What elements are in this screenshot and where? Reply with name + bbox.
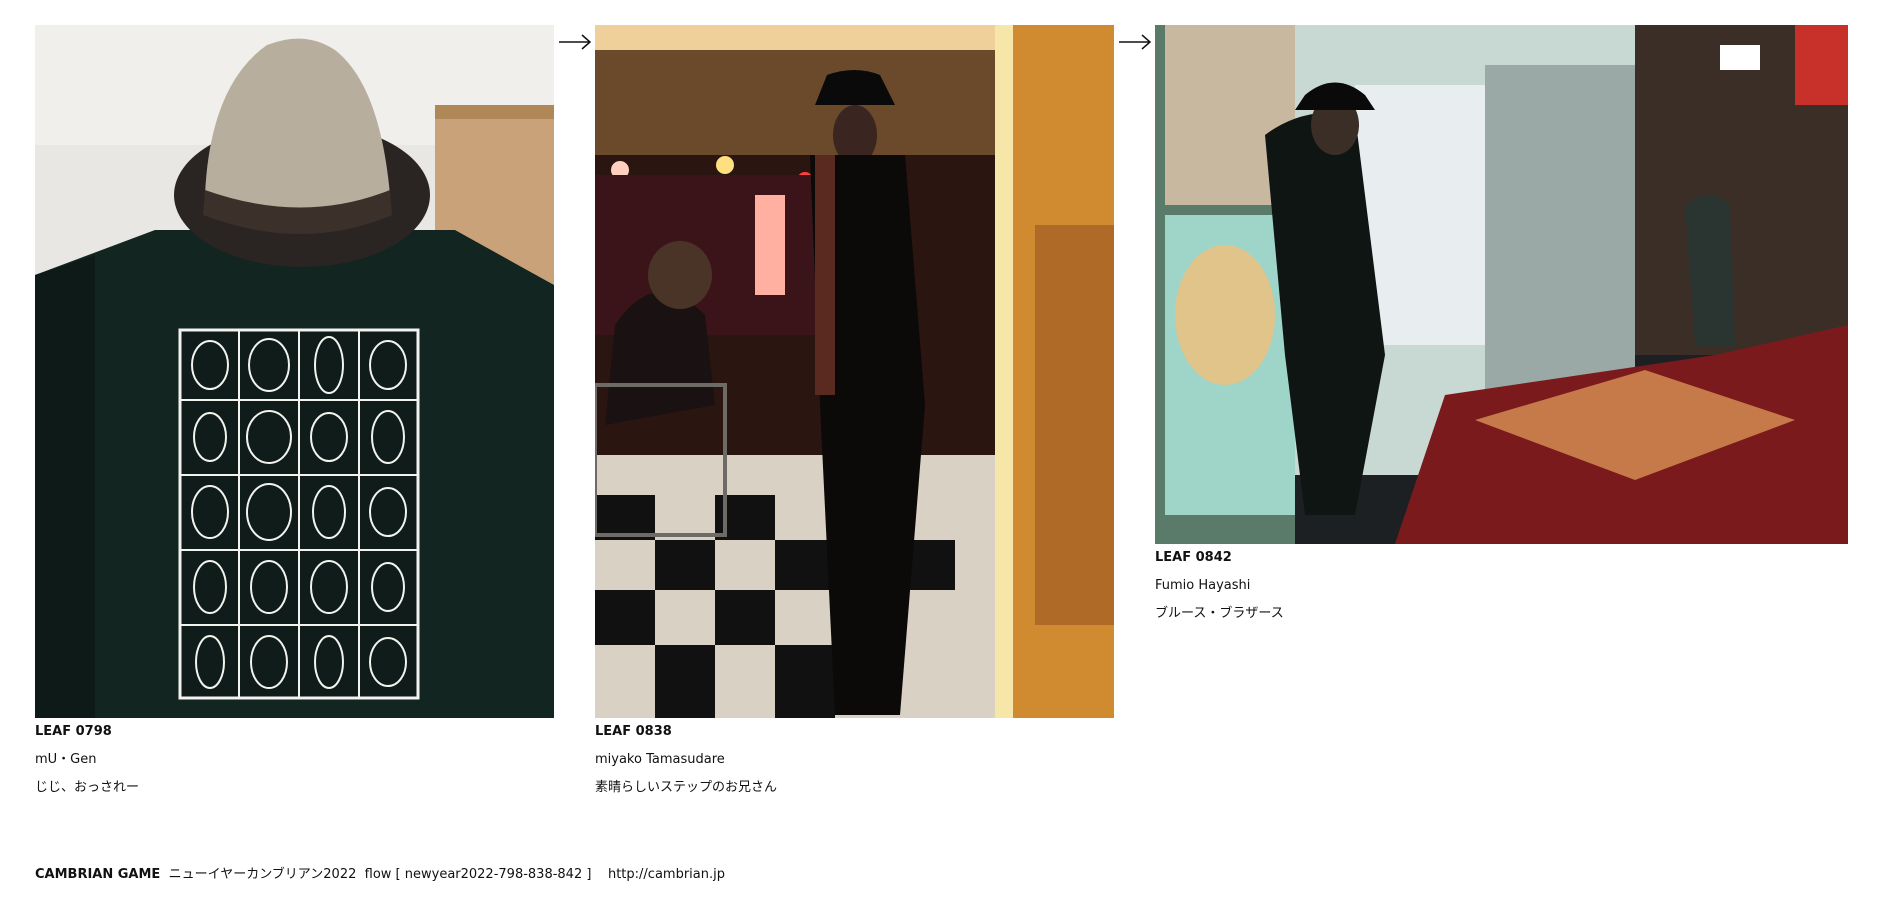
footer-url-link[interactable]: http://cambrian.jp <box>608 867 725 882</box>
leaf-0842-photo[interactable] <box>1155 25 1848 544</box>
hat-tshirt-image <box>35 25 554 718</box>
leaf-title: じじ、おっされー <box>35 780 140 795</box>
footer-game-name: CAMBRIAN GAME <box>35 867 161 882</box>
leaf-0838-caption: LEAF 0838 miyako Tamasudare 素晴らしいステップのお兄… <box>595 718 1114 802</box>
right-arrow-icon <box>559 34 592 50</box>
right-arrow-icon <box>1119 34 1152 50</box>
leaf-title: 素晴らしいステップのお兄さん <box>595 780 778 795</box>
leaf-author: miyako Tamasudare <box>595 752 725 767</box>
leaf-0838-card: LEAF 0838 miyako Tamasudare 素晴らしいステップのお兄… <box>595 25 1114 802</box>
leaf-title: ブルース・ブラザース <box>1155 606 1284 621</box>
blues-brothers-image <box>1155 25 1848 544</box>
leaf-0798-card: LEAF 0798 mU・Gen じじ、おっされー <box>35 25 554 802</box>
footer: CAMBRIAN GAME ニューイヤーカンブリアン2022 flow [ ne… <box>35 863 725 882</box>
leaf-id[interactable]: LEAF 0838 <box>595 718 1114 746</box>
leaf-id[interactable]: LEAF 0842 <box>1155 544 1848 572</box>
leaf-0842-caption: LEAF 0842 Fumio Hayashi ブルース・ブラザース <box>1155 544 1848 628</box>
leaf-0838-photo[interactable] <box>595 25 1114 718</box>
live-house-image <box>595 25 1114 718</box>
leaf-author: mU・Gen <box>35 752 97 767</box>
footer-flow: flow [ newyear2022-798-838-842 ] <box>364 867 592 882</box>
leaf-0798-photo[interactable] <box>35 25 554 718</box>
leaf-author: Fumio Hayashi <box>1155 578 1251 593</box>
footer-event-name: ニューイヤーカンブリアン2022 <box>168 867 357 882</box>
leaf-0842-card: LEAF 0842 Fumio Hayashi ブルース・ブラザース <box>1155 25 1848 628</box>
leaf-id[interactable]: LEAF 0798 <box>35 718 554 746</box>
leaf-0798-caption: LEAF 0798 mU・Gen じじ、おっされー <box>35 718 554 802</box>
